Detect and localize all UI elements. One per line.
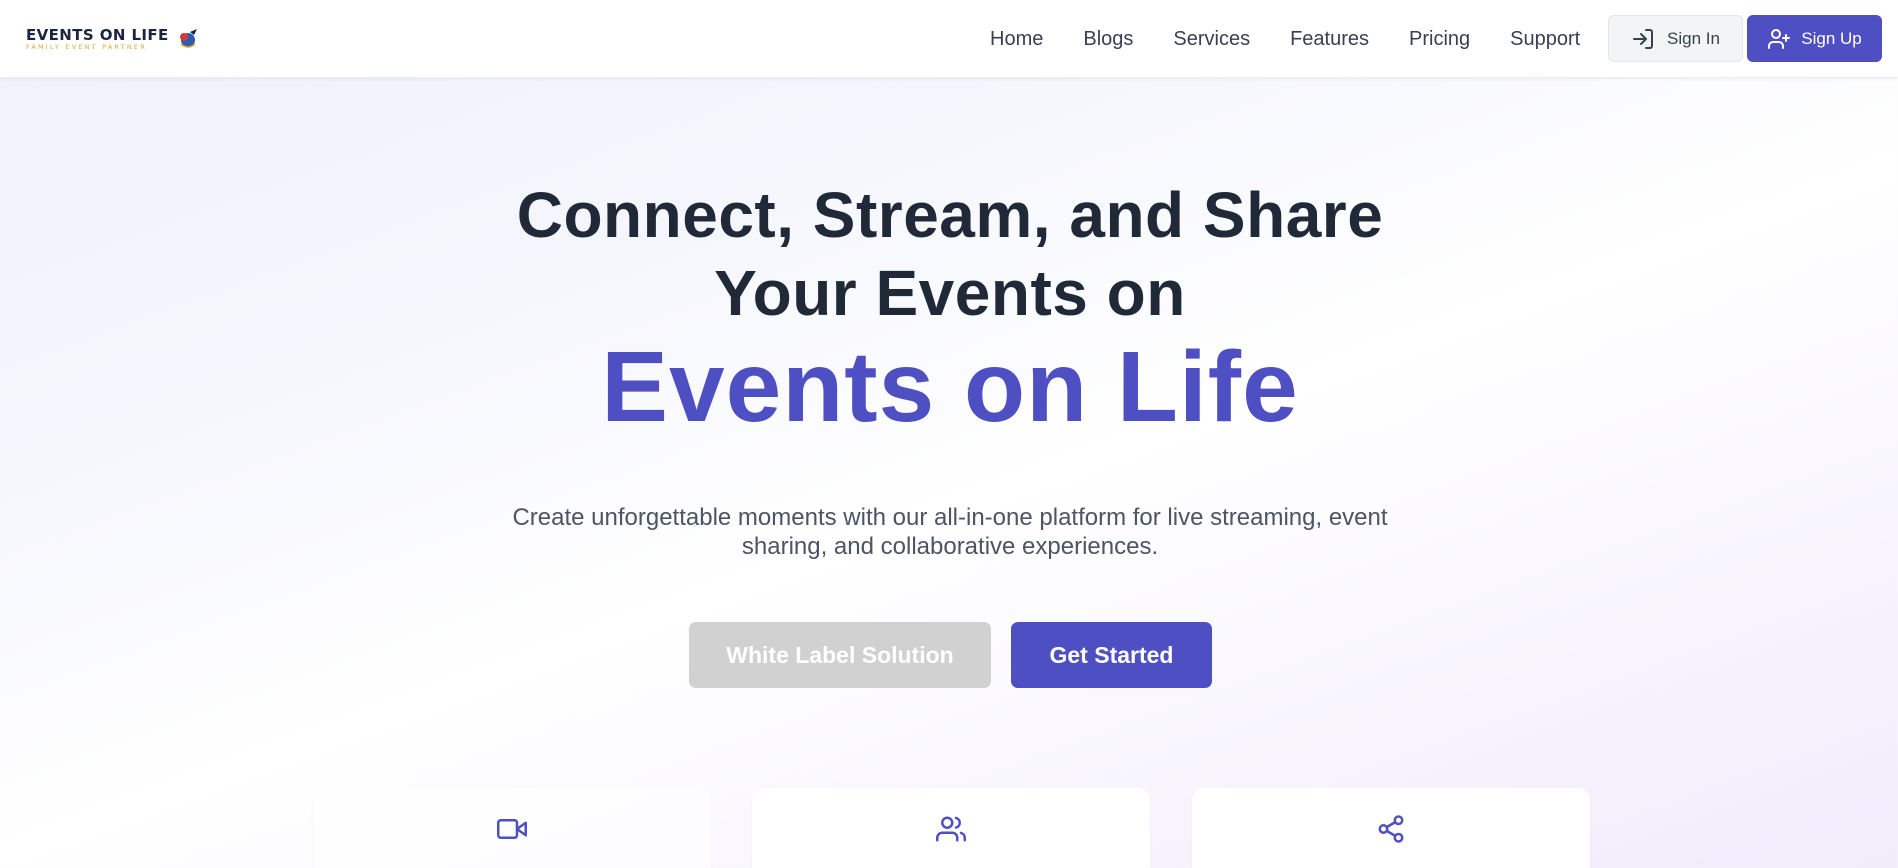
feature-card-sharing	[1192, 788, 1590, 868]
hero-subtitle-line2: sharing, and collaborative experiences.	[741, 533, 1159, 560]
login-icon	[1633, 28, 1654, 49]
sign-up-button[interactable]: Sign Up	[1747, 15, 1882, 62]
video-icon	[497, 819, 527, 839]
hero-title-line2: Your Events on	[714, 257, 1186, 329]
hero-title-line1: Connect, Stream, and Share	[516, 179, 1384, 251]
nav-pricing[interactable]: Pricing	[1409, 28, 1470, 51]
nav-features[interactable]: Features	[1290, 28, 1369, 51]
hero-brand-heading: Events on Life	[601, 331, 1299, 443]
nav-services[interactable]: Services	[1173, 28, 1250, 51]
get-started-button[interactable]: Get Started	[1011, 622, 1212, 688]
share-icon	[1378, 815, 1404, 843]
logo-wordmark: EVENTS ON LIFE	[26, 26, 169, 44]
main-nav: Home Blogs Services Features Pricing Sup…	[990, 0, 1620, 78]
nav-blogs[interactable]: Blogs	[1083, 28, 1133, 51]
white-label-button[interactable]: White Label Solution	[689, 622, 991, 688]
sign-in-button[interactable]: Sign In	[1608, 15, 1743, 62]
users-icon	[936, 816, 966, 842]
feature-card-collaboration	[752, 788, 1150, 868]
sign-up-label: Sign Up	[1801, 28, 1862, 48]
feature-card-streaming	[313, 788, 711, 868]
nav-support[interactable]: Support	[1510, 28, 1580, 51]
logo-tagline: FAMILY EVENT PARTNER	[26, 43, 147, 51]
logo-emblem-icon	[179, 29, 197, 48]
user-plus-icon	[1768, 28, 1791, 49]
hero-subtitle-line1: Create unforgettable moments with our al…	[512, 504, 1388, 531]
sign-in-label: Sign In	[1667, 28, 1720, 48]
hero-subtitle: Create unforgettable moments with our al…	[470, 503, 1430, 561]
brand-logo[interactable]: EVENTS ON LIFE FAMILY EVENT PARTNER	[26, 24, 201, 54]
nav-home[interactable]: Home	[990, 28, 1043, 51]
site-header: EVENTS ON LIFE FAMILY EVENT PARTNER Home…	[0, 0, 1898, 78]
hero-title: Connect, Stream, and Share Your Events o…	[0, 176, 1898, 332]
